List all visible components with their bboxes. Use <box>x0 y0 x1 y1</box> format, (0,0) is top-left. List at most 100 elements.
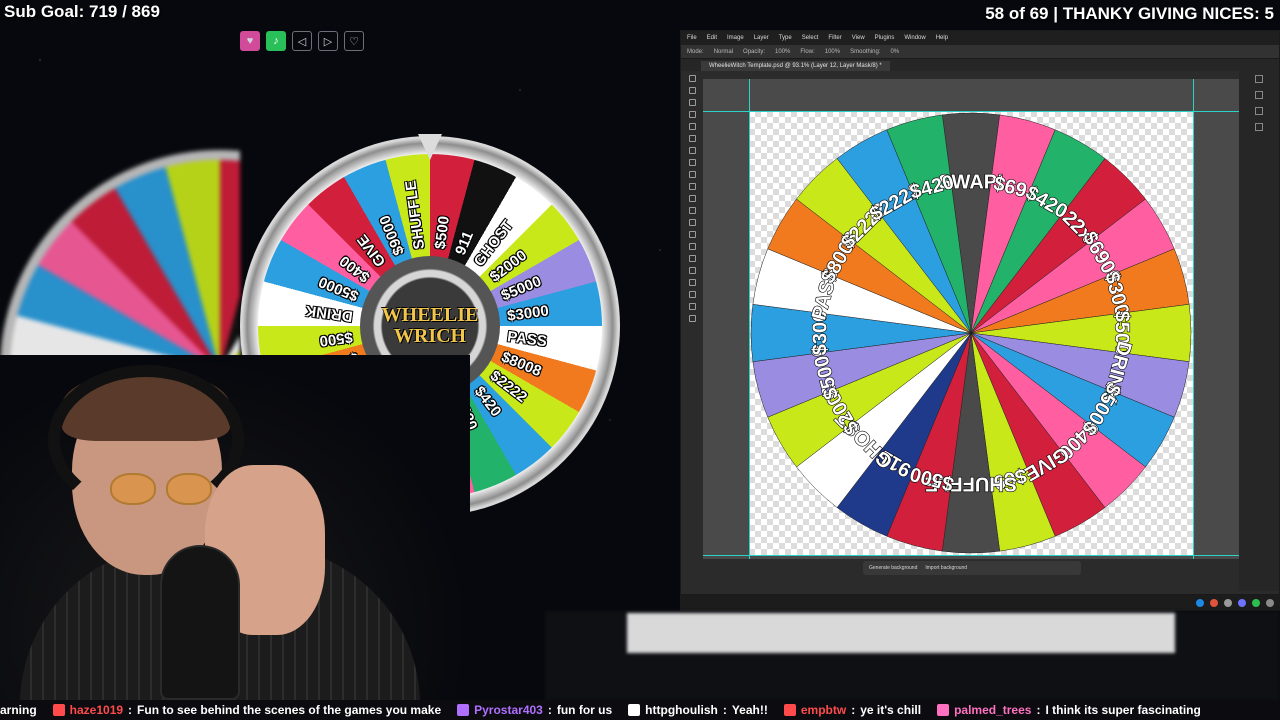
chat-message: haze1019: Fun to see behind the scenes of… <box>52 703 442 717</box>
tinted-glasses <box>110 473 220 507</box>
skip-back-icon: ◁ <box>292 31 312 51</box>
chat-username[interactable]: palmed_trees <box>954 703 1031 717</box>
marquee-tool-icon[interactable] <box>688 87 696 94</box>
option-value[interactable]: 100% <box>825 49 840 55</box>
document-tab[interactable]: WheelieWitch Template.psd @ 93.1% (Layer… <box>701 61 890 71</box>
chat-username[interactable]: Pyrostar403 <box>474 703 543 717</box>
crop-tool-icon[interactable] <box>688 123 696 130</box>
type-tool-icon[interactable] <box>688 267 696 274</box>
chat-message: palmed_trees: I think its super fascinati… <box>937 703 1201 717</box>
browser-icon[interactable] <box>1210 599 1218 607</box>
editor-toolbar <box>685 75 699 365</box>
guide-vertical-right <box>1193 79 1194 559</box>
pen-tool-icon[interactable] <box>688 255 696 262</box>
heart-outline-icon: ♡ <box>344 31 364 51</box>
chat-text: Fun to see behind the scenes of the game… <box>137 703 442 717</box>
option-value[interactable]: Opacity: <box>743 49 765 55</box>
menu-item-filter[interactable]: Filter <box>828 35 841 41</box>
option-value[interactable]: Mode: <box>687 49 704 55</box>
spotify-icon[interactable] <box>1252 599 1260 607</box>
brush-tool-icon[interactable] <box>688 171 696 178</box>
nice-counter: 58 of 69 | THANKY GIVING NICES: 5 <box>985 4 1274 23</box>
menu-item-help[interactable]: Help <box>936 35 948 41</box>
menu-item-window[interactable]: Window <box>904 35 925 41</box>
chat-separator: : <box>722 703 727 717</box>
move-tool-icon[interactable] <box>688 75 696 82</box>
chat-username[interactable]: haze1019 <box>70 703 123 717</box>
frame-tool-icon[interactable] <box>688 135 696 142</box>
dodge-tool-icon[interactable] <box>688 243 696 250</box>
option-value[interactable]: Normal <box>714 49 733 55</box>
chat-username[interactable]: empbtw <box>801 703 846 717</box>
system-taskbar <box>680 595 1280 611</box>
windows-start-icon[interactable] <box>1196 599 1204 607</box>
menu-item-plugins[interactable]: Plugins <box>875 35 895 41</box>
menu-item-file[interactable]: File <box>687 35 697 41</box>
editor-wheel-art: SWAP!$69$42022x$6900$300$500DRINK$5000$4… <box>750 112 1192 554</box>
stamp-tool-icon[interactable] <box>688 183 696 190</box>
healing-tool-icon[interactable] <box>688 159 696 166</box>
chat-separator: : <box>547 703 552 717</box>
chat-text: ye it's chill <box>860 703 922 717</box>
chat-separator: : <box>851 703 856 717</box>
skip-forward-icon: ▷ <box>318 31 338 51</box>
chat-separator: : <box>128 703 133 717</box>
lasso-tool-icon[interactable] <box>688 99 696 106</box>
discord-icon[interactable] <box>1238 599 1246 607</box>
menu-item-view[interactable]: View <box>852 35 865 41</box>
steam-icon[interactable] <box>1224 599 1232 607</box>
editor-right-panel <box>1239 71 1279 591</box>
zoom-tool-icon[interactable] <box>688 315 696 322</box>
chat-username[interactable]: httpghoulish <box>645 703 718 717</box>
blurred-second-monitor <box>545 611 1280 701</box>
chat-message: arning <box>0 703 37 717</box>
chat-badge-icon <box>628 704 641 716</box>
editor-canvas-area[interactable]: SWAP! $69 $420 22x $6900 $300 $500 DRINK $5000 $4… <box>703 79 1239 559</box>
menu-item-select[interactable]: Select <box>802 35 819 41</box>
chat-badge-icon <box>783 704 796 716</box>
music-note-icon: ♪ <box>266 31 286 51</box>
option-value[interactable]: 0% <box>890 49 899 55</box>
layers-panel-icon[interactable] <box>1255 75 1263 83</box>
microphone <box>160 545 240 700</box>
option-value[interactable]: Flow: <box>800 49 814 55</box>
chat-message: httpghoulish: Yeah!! <box>628 703 768 717</box>
generate-background-button[interactable]: Generate background <box>869 565 917 571</box>
properties-panel-icon[interactable] <box>1255 107 1263 115</box>
editor-tabbar: WheelieWitch Template.psd @ 93.1% (Layer… <box>681 59 1279 71</box>
chat-text: I think its super fascinating <box>1045 703 1201 717</box>
menu-item-type[interactable]: Type <box>779 35 792 41</box>
heart-badge-icon: ♥ <box>240 31 260 51</box>
chat-separator: : <box>1036 703 1041 717</box>
select-tool-icon[interactable] <box>688 111 696 118</box>
history-brush-icon[interactable] <box>688 195 696 202</box>
hand-tool-icon[interactable] <box>688 303 696 310</box>
guide-horizontal-bottom <box>703 555 1239 556</box>
document-canvas[interactable]: SWAP! $69 $420 22x $6900 $300 $500 DRINK $5000 $4… <box>749 111 1193 555</box>
import-background-button[interactable]: Import background <box>925 565 967 571</box>
adjustments-panel-icon[interactable] <box>1255 91 1263 99</box>
libraries-panel-icon[interactable] <box>1255 123 1263 131</box>
path-select-icon[interactable] <box>688 279 696 286</box>
option-value[interactable]: Smoothing: <box>850 49 880 55</box>
settings-icon[interactable] <box>1266 599 1274 607</box>
menu-item-layer[interactable]: Layer <box>754 35 769 41</box>
chat-message: empbtw: ye it's chill <box>783 703 922 717</box>
blur-tool-icon[interactable] <box>688 231 696 238</box>
chat-badge-icon <box>937 704 950 716</box>
editor-options-bar: Mode: Normal Opacity: 100% Flow: 100% Smoothin… <box>681 45 1279 59</box>
chat-badge-icon <box>457 704 470 716</box>
guide-horizontal-top <box>703 111 1239 112</box>
chat-text: arning <box>0 703 37 717</box>
guide-vertical-left <box>749 79 750 559</box>
webcam-feed <box>0 355 470 700</box>
blurred-window <box>627 613 1175 653</box>
menu-item-image[interactable]: Image <box>727 35 744 41</box>
eraser-tool-icon[interactable] <box>688 207 696 214</box>
option-value[interactable]: 100% <box>775 49 790 55</box>
hub-title-line1: WHEELIE <box>381 304 479 326</box>
shape-tool-icon[interactable] <box>688 291 696 298</box>
menu-item-edit[interactable]: Edit <box>707 35 717 41</box>
gradient-tool-icon[interactable] <box>688 219 696 226</box>
eyedropper-tool-icon[interactable] <box>688 147 696 154</box>
